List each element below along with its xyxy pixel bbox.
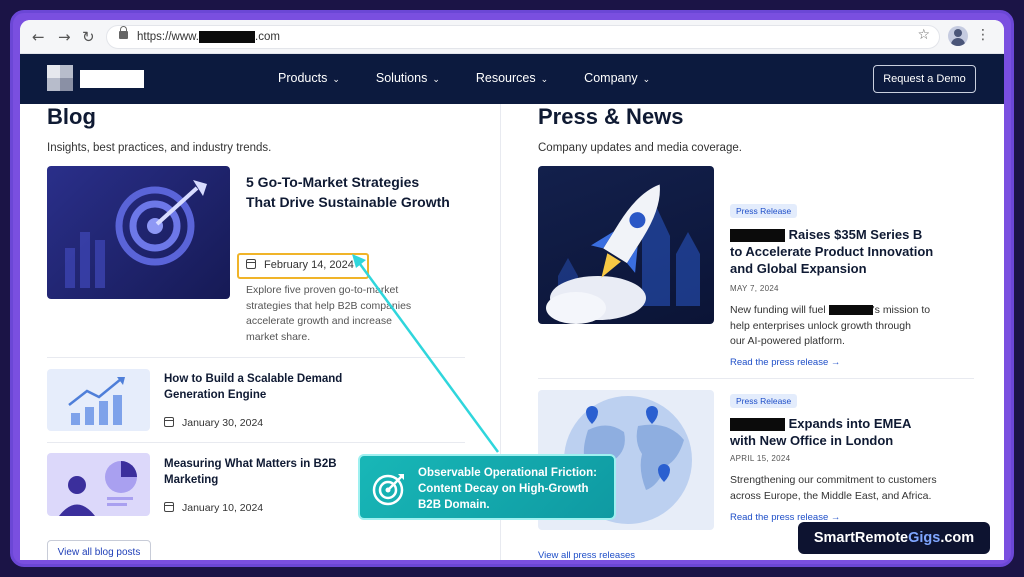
- featured-post-image[interactable]: [47, 166, 230, 299]
- post-title-measuring[interactable]: Measuring What Matters in B2B Marketing: [164, 456, 364, 488]
- back-arrow-icon[interactable]: ←: [32, 28, 45, 46]
- redaction-bar: [730, 229, 785, 243]
- post-date-measuring: January 10, 2024: [164, 502, 263, 514]
- redaction-bar: [730, 418, 785, 432]
- more-menu-icon[interactable]: ⋮: [976, 27, 990, 43]
- blog-divider: [47, 442, 465, 443]
- nav-products[interactable]: Products ⌄: [278, 71, 340, 85]
- press-title-funding[interactable]: Raises $35M Series B to Accelerate Produ…: [730, 226, 970, 277]
- target-arrow-icon: [65, 180, 207, 288]
- press-date-emea: APRIL 15, 2024: [730, 454, 791, 463]
- post-image-demand[interactable]: [47, 369, 150, 431]
- logo-name-redaction: [80, 70, 144, 88]
- chevron-down-icon: ⌄: [332, 75, 340, 85]
- press-excerpt-emea: Strengthening our commitment to customer…: [730, 474, 937, 502]
- nav-company[interactable]: Company ⌄: [584, 71, 650, 85]
- redaction-bar: [199, 31, 255, 43]
- read-press-release-link[interactable]: Read the press release →: [730, 357, 840, 368]
- forward-arrow-icon[interactable]: →: [58, 28, 71, 46]
- post-title-demand[interactable]: How to Build a Scalable Demand Generatio…: [164, 371, 364, 403]
- press-badge-emea: Press Release: [730, 394, 798, 408]
- nav-resources[interactable]: Resources ⌄: [476, 71, 548, 85]
- target-icon: [372, 474, 404, 506]
- press-title-emea[interactable]: Expands into EMEA with New Office in Lon…: [730, 415, 970, 449]
- request-demo-button[interactable]: Request a Demo: [873, 65, 976, 93]
- browser-toolbar: ← → ↻ https://www. .com ☆ ⋮: [20, 20, 1004, 54]
- press-image-funding[interactable]: [538, 166, 714, 324]
- featured-post-excerpt: Explore five proven go-to-market strateg…: [246, 284, 412, 343]
- analytics-person-icon: [59, 461, 137, 516]
- press-date-funding: MAY 7, 2024: [730, 284, 779, 293]
- post-image-measuring[interactable]: [47, 453, 150, 516]
- press-excerpt-funding: New funding will fuel 's mission to help…: [730, 304, 931, 347]
- featured-post-date: February 14, 2024: [246, 259, 354, 271]
- annotation-callout: Observable Operational Friction: Content…: [358, 454, 616, 520]
- chevron-down-icon: ⌄: [432, 75, 440, 85]
- nav-solutions[interactable]: Solutions ⌄: [376, 71, 440, 85]
- blog-subtitle: Insights, best practices, and industry t…: [47, 142, 272, 154]
- main-nav: Products ⌄ Solutions ⌄ Resources ⌄ Company ⌄: [278, 71, 686, 85]
- rocket-icon: [546, 184, 700, 324]
- profile-avatar[interactable]: [948, 26, 968, 46]
- watermark-brand: SmartRemoteGigs.com: [798, 522, 990, 554]
- lock-icon: [119, 26, 128, 39]
- blog-heading: Blog: [47, 104, 96, 129]
- chevron-down-icon: ⌄: [642, 75, 651, 85]
- post-date-demand: January 30, 2024: [164, 417, 263, 429]
- calendar-icon: [246, 259, 256, 269]
- press-subtitle: Company updates and media coverage.: [538, 142, 742, 154]
- press-divider: [538, 378, 974, 379]
- calendar-icon: [164, 502, 174, 512]
- view-all-blog-button[interactable]: View all blog posts: [47, 540, 151, 560]
- chevron-down-icon: ⌄: [540, 75, 549, 85]
- press-badge-funding: Press Release: [730, 204, 798, 218]
- featured-post-title[interactable]: 5 Go-To-Market Strategies That Drive Sus…: [246, 172, 466, 212]
- bookmark-star-icon[interactable]: ☆: [917, 27, 930, 43]
- address-bar[interactable]: https://www. .com: [106, 25, 940, 49]
- site-logo-icon[interactable]: [47, 65, 73, 91]
- redaction-bar: [828, 305, 873, 316]
- site-header: Products ⌄ Solutions ⌄ Resources ⌄ Company ⌄…: [20, 54, 1004, 104]
- callout-text: Observable Operational Friction: Content…: [418, 467, 597, 511]
- reload-icon[interactable]: ↻: [82, 28, 95, 46]
- blog-divider: [47, 357, 465, 358]
- view-all-press-link[interactable]: View all press releases: [538, 550, 635, 560]
- press-heading: Press & News: [538, 104, 684, 129]
- calendar-icon: [164, 417, 174, 427]
- url-text: https://www. .com: [137, 31, 280, 44]
- growth-chart-icon: [68, 377, 125, 425]
